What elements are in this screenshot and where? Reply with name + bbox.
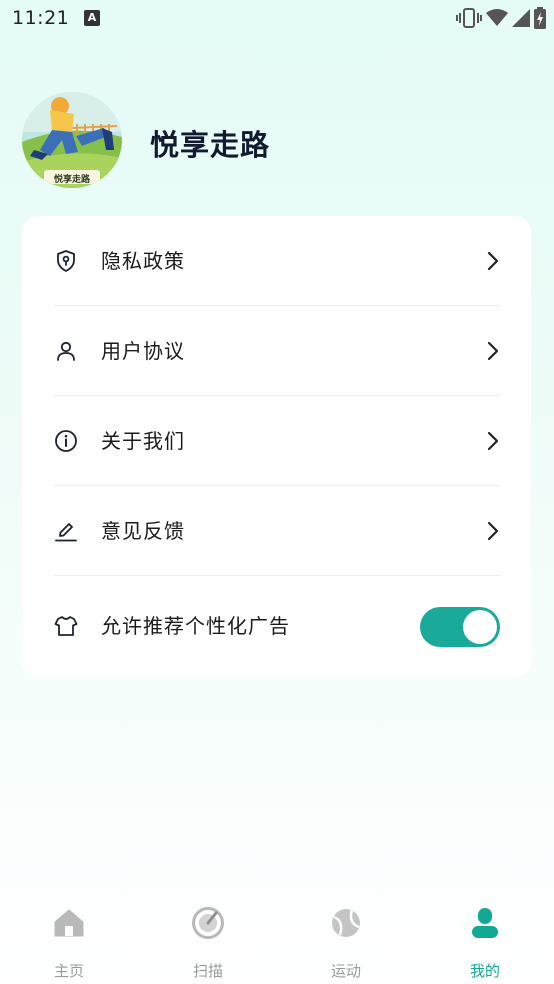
menu-item-label: 用户协议 — [101, 339, 185, 363]
chevron-right-icon — [487, 521, 499, 541]
chevron-right-icon — [487, 251, 499, 271]
nav-tab-scan[interactable]: 扫描 — [168, 904, 248, 980]
nav-label: 扫描 — [192, 962, 223, 980]
pen-icon — [55, 523, 77, 542]
divider — [54, 575, 500, 576]
menu-item-label: 意见反馈 — [101, 519, 185, 543]
menu-item-about-us[interactable]: 关于我们 — [54, 396, 500, 486]
status-bar: 11:21 A — [0, 0, 554, 38]
profile-icon — [472, 908, 498, 938]
home-icon — [54, 909, 84, 937]
avatar-caption: 悦享走路 — [53, 175, 90, 185]
status-icons — [456, 7, 546, 29]
settings-card: 隐私政策 用户协议 关于我们 意见反馈 允许推荐个性化广告 — [22, 216, 531, 677]
menu-item-user-agreement[interactable]: 用户协议 — [54, 306, 500, 396]
avatar[interactable]: 悦享走路 — [22, 92, 122, 188]
user-icon — [57, 341, 75, 361]
shield-icon — [57, 250, 75, 272]
battery-icon — [534, 7, 546, 29]
sport-ball-icon — [332, 909, 360, 937]
profile-name: 悦享走路 — [150, 128, 271, 162]
setting-label: 允许推荐个性化广告 — [101, 614, 290, 638]
wifi-icon — [486, 9, 508, 26]
scan-icon — [192, 907, 224, 939]
nav-tab-sport[interactable]: 运动 — [306, 904, 386, 980]
info-icon — [55, 430, 77, 452]
menu-item-label: 关于我们 — [101, 429, 185, 453]
personalized-ads-toggle[interactable] — [420, 607, 500, 647]
nav-tab-mine[interactable]: 我的 — [445, 904, 525, 980]
menu-item-feedback[interactable]: 意见反馈 — [54, 486, 500, 576]
vibrate-icon — [456, 8, 482, 28]
menu-item-privacy-policy[interactable]: 隐私政策 — [54, 216, 500, 306]
signal-icon — [512, 9, 530, 27]
toggle-knob — [463, 610, 497, 644]
profile-header: 悦享走路 悦享走路 — [22, 92, 532, 190]
nav-label: 运动 — [330, 962, 361, 980]
menu-item-label: 隐私政策 — [101, 249, 185, 273]
chevron-right-icon — [487, 341, 499, 361]
nav-tab-home[interactable]: 主页 — [29, 904, 109, 980]
notification-icon: A — [84, 10, 100, 26]
nav-label: 主页 — [53, 962, 84, 980]
status-time: 11:21 — [12, 7, 70, 29]
bottom-nav: 主页 扫描 运动 我的 — [0, 896, 554, 984]
chevron-right-icon — [487, 431, 499, 451]
nav-label: 我的 — [469, 962, 500, 980]
setting-personalized-ads: 允许推荐个性化广告 — [54, 581, 500, 671]
shirt-icon — [54, 616, 78, 636]
